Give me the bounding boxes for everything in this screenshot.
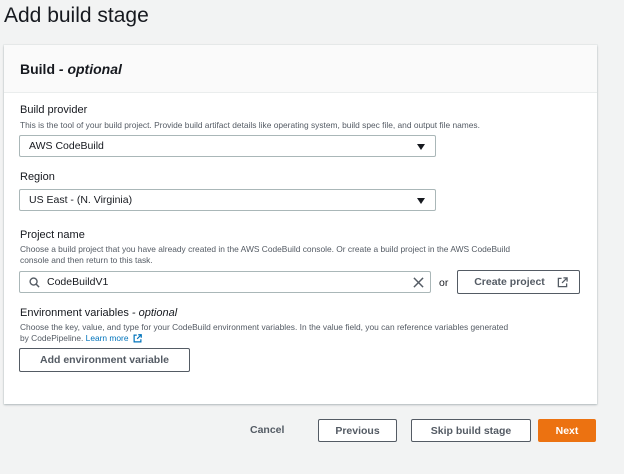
caret-down-icon (417, 144, 425, 150)
page-title: Add build stage (4, 4, 149, 27)
build-provider-label: Build provider (20, 104, 88, 116)
search-icon (29, 277, 40, 288)
external-link-icon (557, 277, 568, 288)
project-name-label: Project name (20, 229, 85, 241)
project-name-search-input[interactable]: CodeBuildV1 (19, 271, 431, 293)
next-button[interactable]: Next (538, 419, 596, 442)
region-value: US East - (N. Virginia) (29, 194, 133, 206)
create-project-button[interactable]: Create project (457, 270, 580, 294)
create-project-label: Create project (474, 276, 545, 288)
env-vars-label: Environment variables - optional (20, 307, 178, 319)
skip-build-stage-button[interactable]: Skip build stage (411, 419, 531, 442)
learn-more-link[interactable]: Learn more (86, 333, 129, 343)
env-vars-description-1: Choose the key, value, and type for your… (20, 322, 509, 332)
project-name-value: CodeBuildV1 (47, 276, 109, 288)
build-provider-value: AWS CodeBuild (29, 140, 104, 152)
add-environment-variable-button[interactable]: Add environment variable (19, 348, 190, 372)
build-panel: Build - optional Build provider This is … (4, 45, 597, 404)
panel-header: Build - optional (4, 45, 597, 93)
project-name-description-2: console and then return to this task. (20, 255, 153, 265)
or-text: or (439, 277, 449, 289)
panel-title: Build - optional (20, 61, 597, 77)
env-vars-description-2: by CodePipeline. Learn more (20, 333, 142, 344)
region-select[interactable]: US East - (N. Virginia) (19, 189, 436, 211)
project-name-description-1: Choose a build project that you have alr… (20, 244, 511, 254)
previous-button[interactable]: Previous (318, 419, 397, 442)
region-label: Region (20, 171, 55, 183)
caret-down-icon (417, 198, 425, 204)
close-icon[interactable] (413, 277, 424, 288)
panel-title-text: Build (20, 61, 55, 77)
build-provider-select[interactable]: AWS CodeBuild (19, 135, 436, 157)
cancel-button[interactable]: Cancel (250, 424, 284, 436)
build-provider-description: This is the tool of your build project. … (20, 120, 480, 130)
external-link-icon[interactable] (133, 334, 142, 343)
panel-title-optional: - optional (58, 61, 122, 77)
